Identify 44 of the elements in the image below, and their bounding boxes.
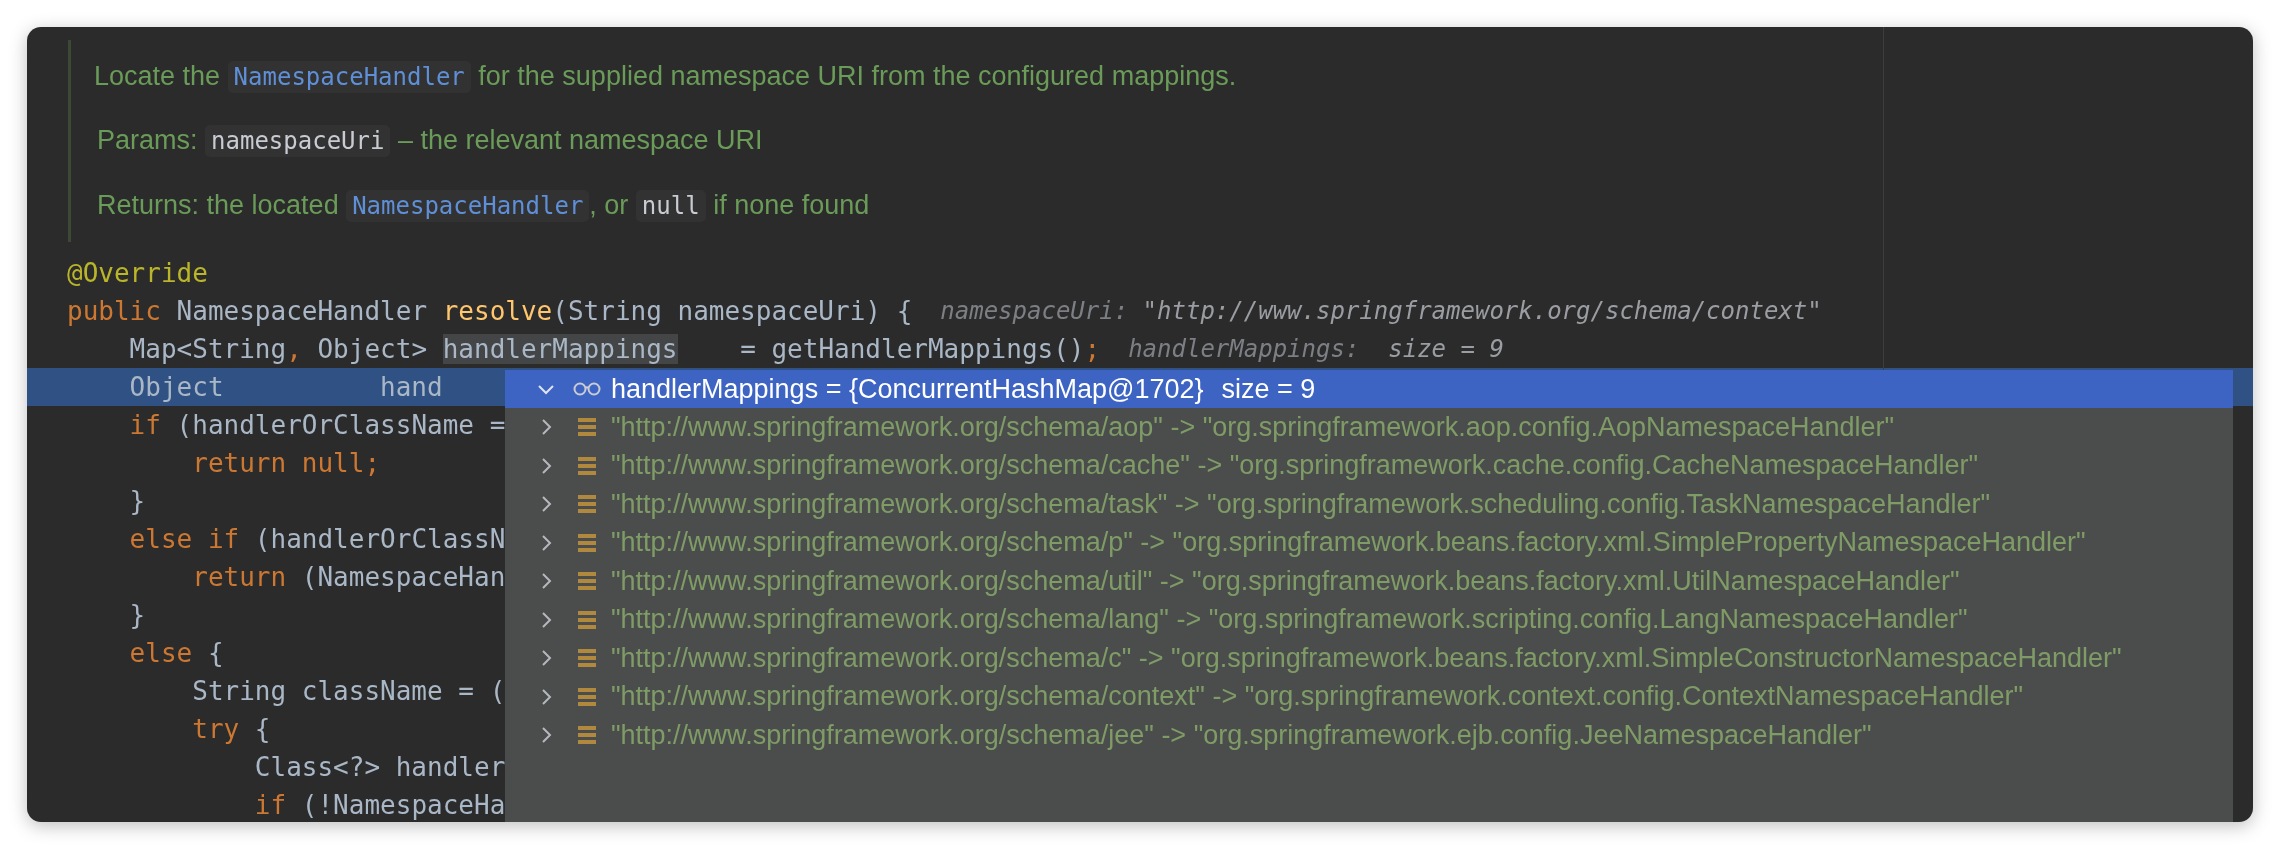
- code-line: return null;: [191, 448, 381, 478]
- map-entry[interactable]: "http://www.springframework.org/schema/c" -> "org.springframework.beans.factory.xml.SimpleConstructorNamespaceHandler": [611, 642, 2122, 674]
- code-line: }: [128, 486, 146, 516]
- map-entry[interactable]: "http://www.springframework.org/schema/lang" -> "org.springframework.scripting.config.LangNamespaceHandler": [611, 604, 1968, 636]
- code-line: if (handlerOrClassName =: [128, 410, 506, 440]
- map-entry[interactable]: "http://www.springframework.org/schema/util" -> "org.springframework.beans.factory.xml.UtilNamespaceHandler": [611, 565, 1960, 597]
- map-entry[interactable]: "http://www.springframework.org/schema/context" -> "org.springframework.context.config.ContextNamespaceHandler": [611, 681, 2024, 713]
- inlay-hint: handlerMappings: size = 9: [1128, 335, 1504, 363]
- glasses-icon: [573, 382, 601, 396]
- map-entry[interactable]: "http://www.springframework.org/schema/p" -> "org.springframework.beans.factory.xml.SimplePropertyNamespaceHandler": [611, 527, 2086, 559]
- field-icon: [577, 417, 597, 438]
- code-line: try {: [191, 714, 271, 744]
- inlay-hint: namespaceUri: "http://www.springframework.org/schema/context": [940, 297, 1822, 325]
- code-line: return (NamespaceHan: [191, 562, 506, 592]
- doc-line: Params: namespaceUri – the relevant namespace URI: [96, 124, 764, 160]
- code-line: Object hand: [128, 372, 443, 402]
- field-icon: [577, 571, 597, 592]
- doc-link[interactable]: NamespaceHandler: [346, 190, 590, 223]
- field-icon: [577, 609, 597, 630]
- map-entry[interactable]: "http://www.springframework.org/schema/jee" -> "org.springframework.ejb.config.JeeNamespaceHandler": [611, 719, 1872, 751]
- code-line: @Override: [67, 258, 208, 288]
- field-icon: [577, 494, 597, 515]
- doc-line: Locate the NamespaceHandler for the supplied namespace URI from the configured mappings.: [94, 59, 1238, 95]
- map-entry[interactable]: "http://www.springframework.org/schema/aop" -> "org.springframework.aop.config.AopNamespaceHandler": [611, 411, 1895, 443]
- map-entry[interactable]: "http://www.springframework.org/schema/cache" -> "org.springframework.cache.config.CacheNamespaceHandler": [611, 450, 1979, 482]
- field-icon: [577, 455, 597, 476]
- variable-name: handlerMappings = {ConcurrentHashMap@1702}: [611, 373, 1204, 405]
- variable-size: size = 9: [1221, 373, 1316, 405]
- code-line: else if (handlerOrClassN: [128, 524, 506, 554]
- doc-link[interactable]: NamespaceHandler: [227, 60, 471, 93]
- code-line: Map<String, Object> handlerMappings = getHandlerMappings();: [128, 334, 1101, 364]
- code-line: else {: [128, 638, 224, 668]
- field-icon: [577, 725, 597, 746]
- code-line: String className = (: [191, 676, 506, 706]
- map-entry[interactable]: "http://www.springframework.org/schema/task" -> "org.springframework.scheduling.config.TaskNamespaceHandler": [611, 488, 1991, 520]
- code-line: Class<?> handler: [253, 752, 506, 782]
- code-line: }: [128, 600, 146, 630]
- doc-line: Returns: the located NamespaceHandler , or null if none found: [96, 189, 871, 225]
- field-icon: [577, 686, 597, 707]
- field-icon: [577, 648, 597, 669]
- field-icon: [577, 532, 597, 553]
- popup-header-row[interactable]: handlerMappings = {ConcurrentHashMap@1702} size = 9: [505, 370, 2233, 408]
- code-line: public NamespaceHandler resolve(String namespaceUri) {: [67, 296, 913, 326]
- code-line: if (!NamespaceHa: [253, 790, 506, 820]
